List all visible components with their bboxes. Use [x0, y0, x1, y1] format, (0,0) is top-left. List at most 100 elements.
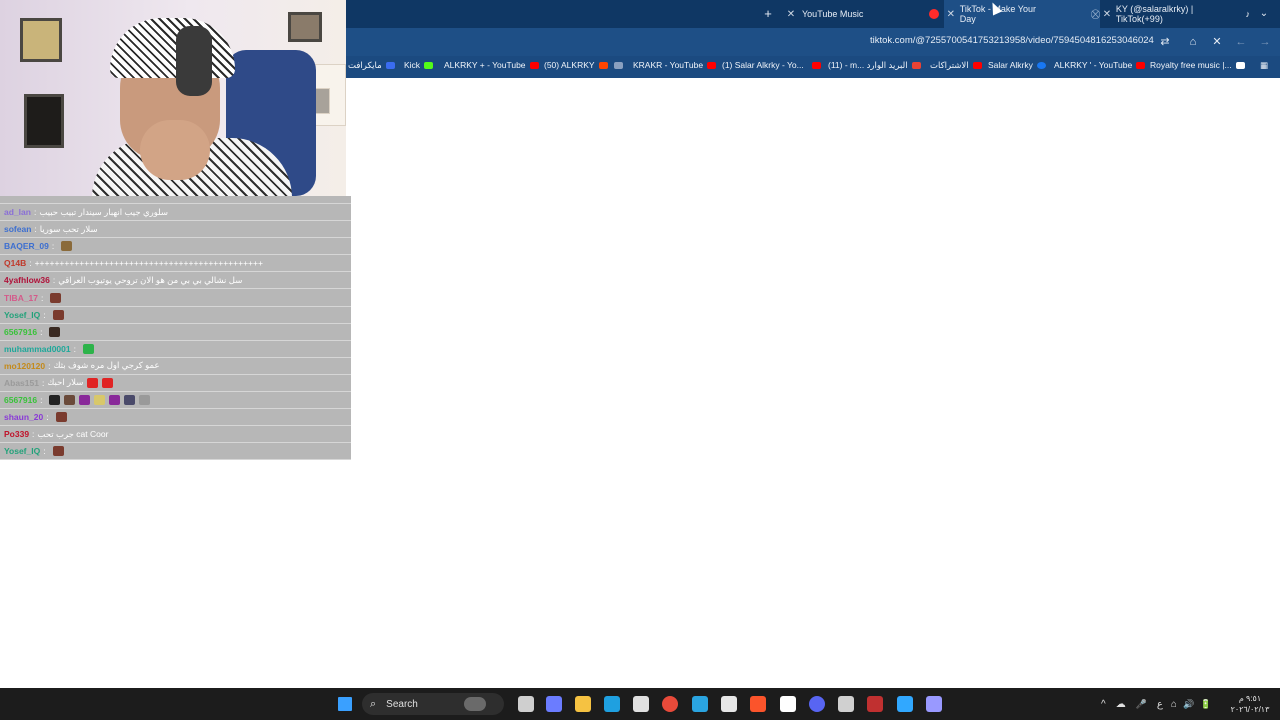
chat-message: BAQER_09: [0, 238, 351, 256]
wall-frame [288, 12, 322, 42]
bookmark-item[interactable]: Royalty free music |... [1150, 60, 1245, 70]
bookmark-item[interactable]: (50) ALKRKY [544, 60, 608, 70]
tab-tiktok-profile[interactable]: ✕ KY (@salaralkrky) | TikTok(+99) ♪ [1100, 0, 1250, 28]
chat-emote-icon [102, 377, 114, 388]
chat-text: سل نشالي بي بي من هو الان تروحي يوتيوب ا… [58, 274, 243, 285]
chrome-icon[interactable] [662, 696, 678, 712]
chat-message: Yosef_IQ: [0, 306, 351, 324]
chat-emote-icon [139, 395, 151, 406]
chat-username[interactable]: Po339 [4, 429, 29, 439]
close-tab-icon[interactable]: ✕ [1100, 9, 1114, 20]
bookmark-item[interactable]: Kick [404, 60, 434, 70]
kick-icon [424, 61, 434, 69]
chat-username[interactable]: Yosef_IQ [4, 310, 40, 320]
chat-separator: : [41, 292, 44, 303]
discord-icon[interactable] [809, 696, 825, 712]
chat-emote-icon [49, 326, 61, 337]
chat-message: 6567916: [0, 392, 351, 410]
bookmark-item[interactable]: Salar Alkrky [988, 60, 1046, 70]
new-tab-button[interactable]: + [760, 6, 776, 22]
site-settings-icon[interactable]: ⇄ [1157, 34, 1173, 50]
bookmark-item[interactable]: ALKRKY + - YouTube [444, 60, 539, 70]
chat-username[interactable]: Yosef_IQ [4, 446, 40, 456]
chat-username[interactable]: Q14B [4, 258, 26, 268]
onedrive-icon[interactable]: ☁ [1116, 699, 1126, 710]
url-field[interactable]: tiktok.com/@7255700541753213958/video/75… [870, 35, 1154, 46]
chat-separator: : [41, 377, 45, 388]
tray-overflow-icon[interactable]: ^ [1101, 699, 1106, 710]
chat-username[interactable]: mo120120 [4, 361, 45, 371]
chat-username[interactable]: Abas151 [4, 378, 39, 388]
clock-time: ٩:٥١ م [1238, 694, 1262, 703]
windows-taskbar: ⌕ Search ^ ☁ 🎤 ع ⌂ 🔊 🔋 ٩:٥١ م ٢٠٢٦/٠٢/١٣ [0, 688, 1280, 720]
chat-separator: : [29, 258, 32, 269]
webcam-overlay [0, 0, 346, 196]
capcut-icon[interactable] [780, 696, 796, 712]
microphone-icon[interactable]: 🎤 [1136, 699, 1147, 710]
chat-username[interactable]: sofean [4, 224, 31, 234]
volume-icon[interactable]: 🔊 [1183, 699, 1194, 710]
chat-message: shaun_20: [0, 409, 351, 427]
chat-username[interactable]: 6567916 [4, 395, 37, 405]
store-icon[interactable] [633, 696, 649, 712]
copilot-icon[interactable] [546, 696, 562, 712]
tab-youtube-music[interactable]: ✕ YouTube Music [784, 0, 944, 28]
input-language-icon[interactable]: ع [1157, 699, 1163, 710]
telegram-icon[interactable] [692, 696, 708, 712]
system-tray: ^ ☁ 🎤 ع ⌂ 🔊 🔋 [1096, 688, 1214, 720]
bookmark-item[interactable]: KRAKR - YouTube [614, 60, 717, 70]
chat-username[interactable]: ad_lan [4, 207, 31, 217]
taskbar-search[interactable]: ⌕ Search [362, 693, 504, 715]
forward-icon[interactable]: → [1257, 34, 1273, 50]
youtube-icon [811, 61, 821, 69]
bookmark-item[interactable]: الاشتراكات [930, 60, 982, 71]
chat-username[interactable]: muhammad0001 [4, 344, 71, 354]
chat-emote-icon [52, 446, 64, 457]
obs-icon[interactable] [721, 696, 737, 712]
chat-separator: : [51, 241, 55, 252]
windows-start-icon[interactable] [338, 697, 352, 711]
bookmark-item[interactable]: ALKRKY ' - YouTube [1054, 60, 1146, 70]
chat-emote-icon [50, 292, 62, 303]
chat-separator: : [40, 395, 43, 406]
bookmark-icon [385, 62, 395, 69]
file-explorer-icon[interactable] [575, 696, 591, 712]
battery-icon[interactable]: 🔋 [1200, 699, 1211, 710]
back-icon[interactable]: ← [1233, 34, 1249, 50]
photoshop-icon[interactable] [897, 696, 913, 712]
network-icon[interactable]: ⌂ [1171, 699, 1177, 710]
wall-plaque [24, 94, 64, 148]
wall-plaque [20, 18, 62, 62]
page-content-blank [351, 78, 1280, 688]
settings-icon[interactable] [838, 696, 854, 712]
chat-username[interactable]: 6567916 [4, 327, 37, 337]
chat-username[interactable]: BAQER_09 [4, 241, 49, 251]
bookmark-item[interactable]: مايكرافت [348, 60, 395, 71]
chat-message: TIBA_17: [0, 289, 351, 307]
task-view-icon[interactable] [518, 696, 534, 712]
audio-icon[interactable]: ⛒ [1091, 9, 1100, 20]
bookmarks-menu-icon[interactable]: ▦ [1260, 60, 1268, 71]
chat-text: سلار احبك [47, 377, 84, 388]
brave-icon[interactable] [750, 696, 766, 712]
chat-message: 4yafhlow36: سل نشالي بي بي من هو الان ترو… [0, 272, 351, 290]
chat-username[interactable]: shaun_20 [4, 412, 43, 422]
chat-emote-icon [64, 395, 76, 406]
close-tab-icon[interactable]: ✕ [944, 9, 958, 20]
chat-username[interactable]: 4yafhlow36 [4, 275, 50, 285]
tab-list-chevron-icon[interactable]: ⌄ [1256, 6, 1272, 22]
chat-separator: : [43, 446, 46, 457]
bookmark-item[interactable]: (1) Salar Alkrky - Yo... [722, 60, 821, 70]
chat-emote-icon [55, 412, 67, 423]
app-icon[interactable] [867, 696, 883, 712]
premiere-icon[interactable] [926, 696, 942, 712]
bookmark-item[interactable]: (11) - m... البريد الوارد [828, 60, 921, 71]
tab-tiktok-active[interactable]: ✕ TikTok - Make Your Day ⛒ [944, 0, 1100, 28]
home-icon[interactable]: ⌂ [1185, 34, 1201, 50]
chat-username[interactable]: TIBA_17 [4, 293, 38, 303]
edge-icon[interactable] [604, 696, 620, 712]
stop-icon[interactable]: ✕ [1209, 34, 1225, 50]
close-tab-icon[interactable]: ✕ [784, 9, 798, 20]
chat-separator: : [48, 360, 51, 371]
taskbar-clock[interactable]: ٩:٥١ م ٢٠٢٦/٠٢/١٣ [1228, 693, 1272, 715]
